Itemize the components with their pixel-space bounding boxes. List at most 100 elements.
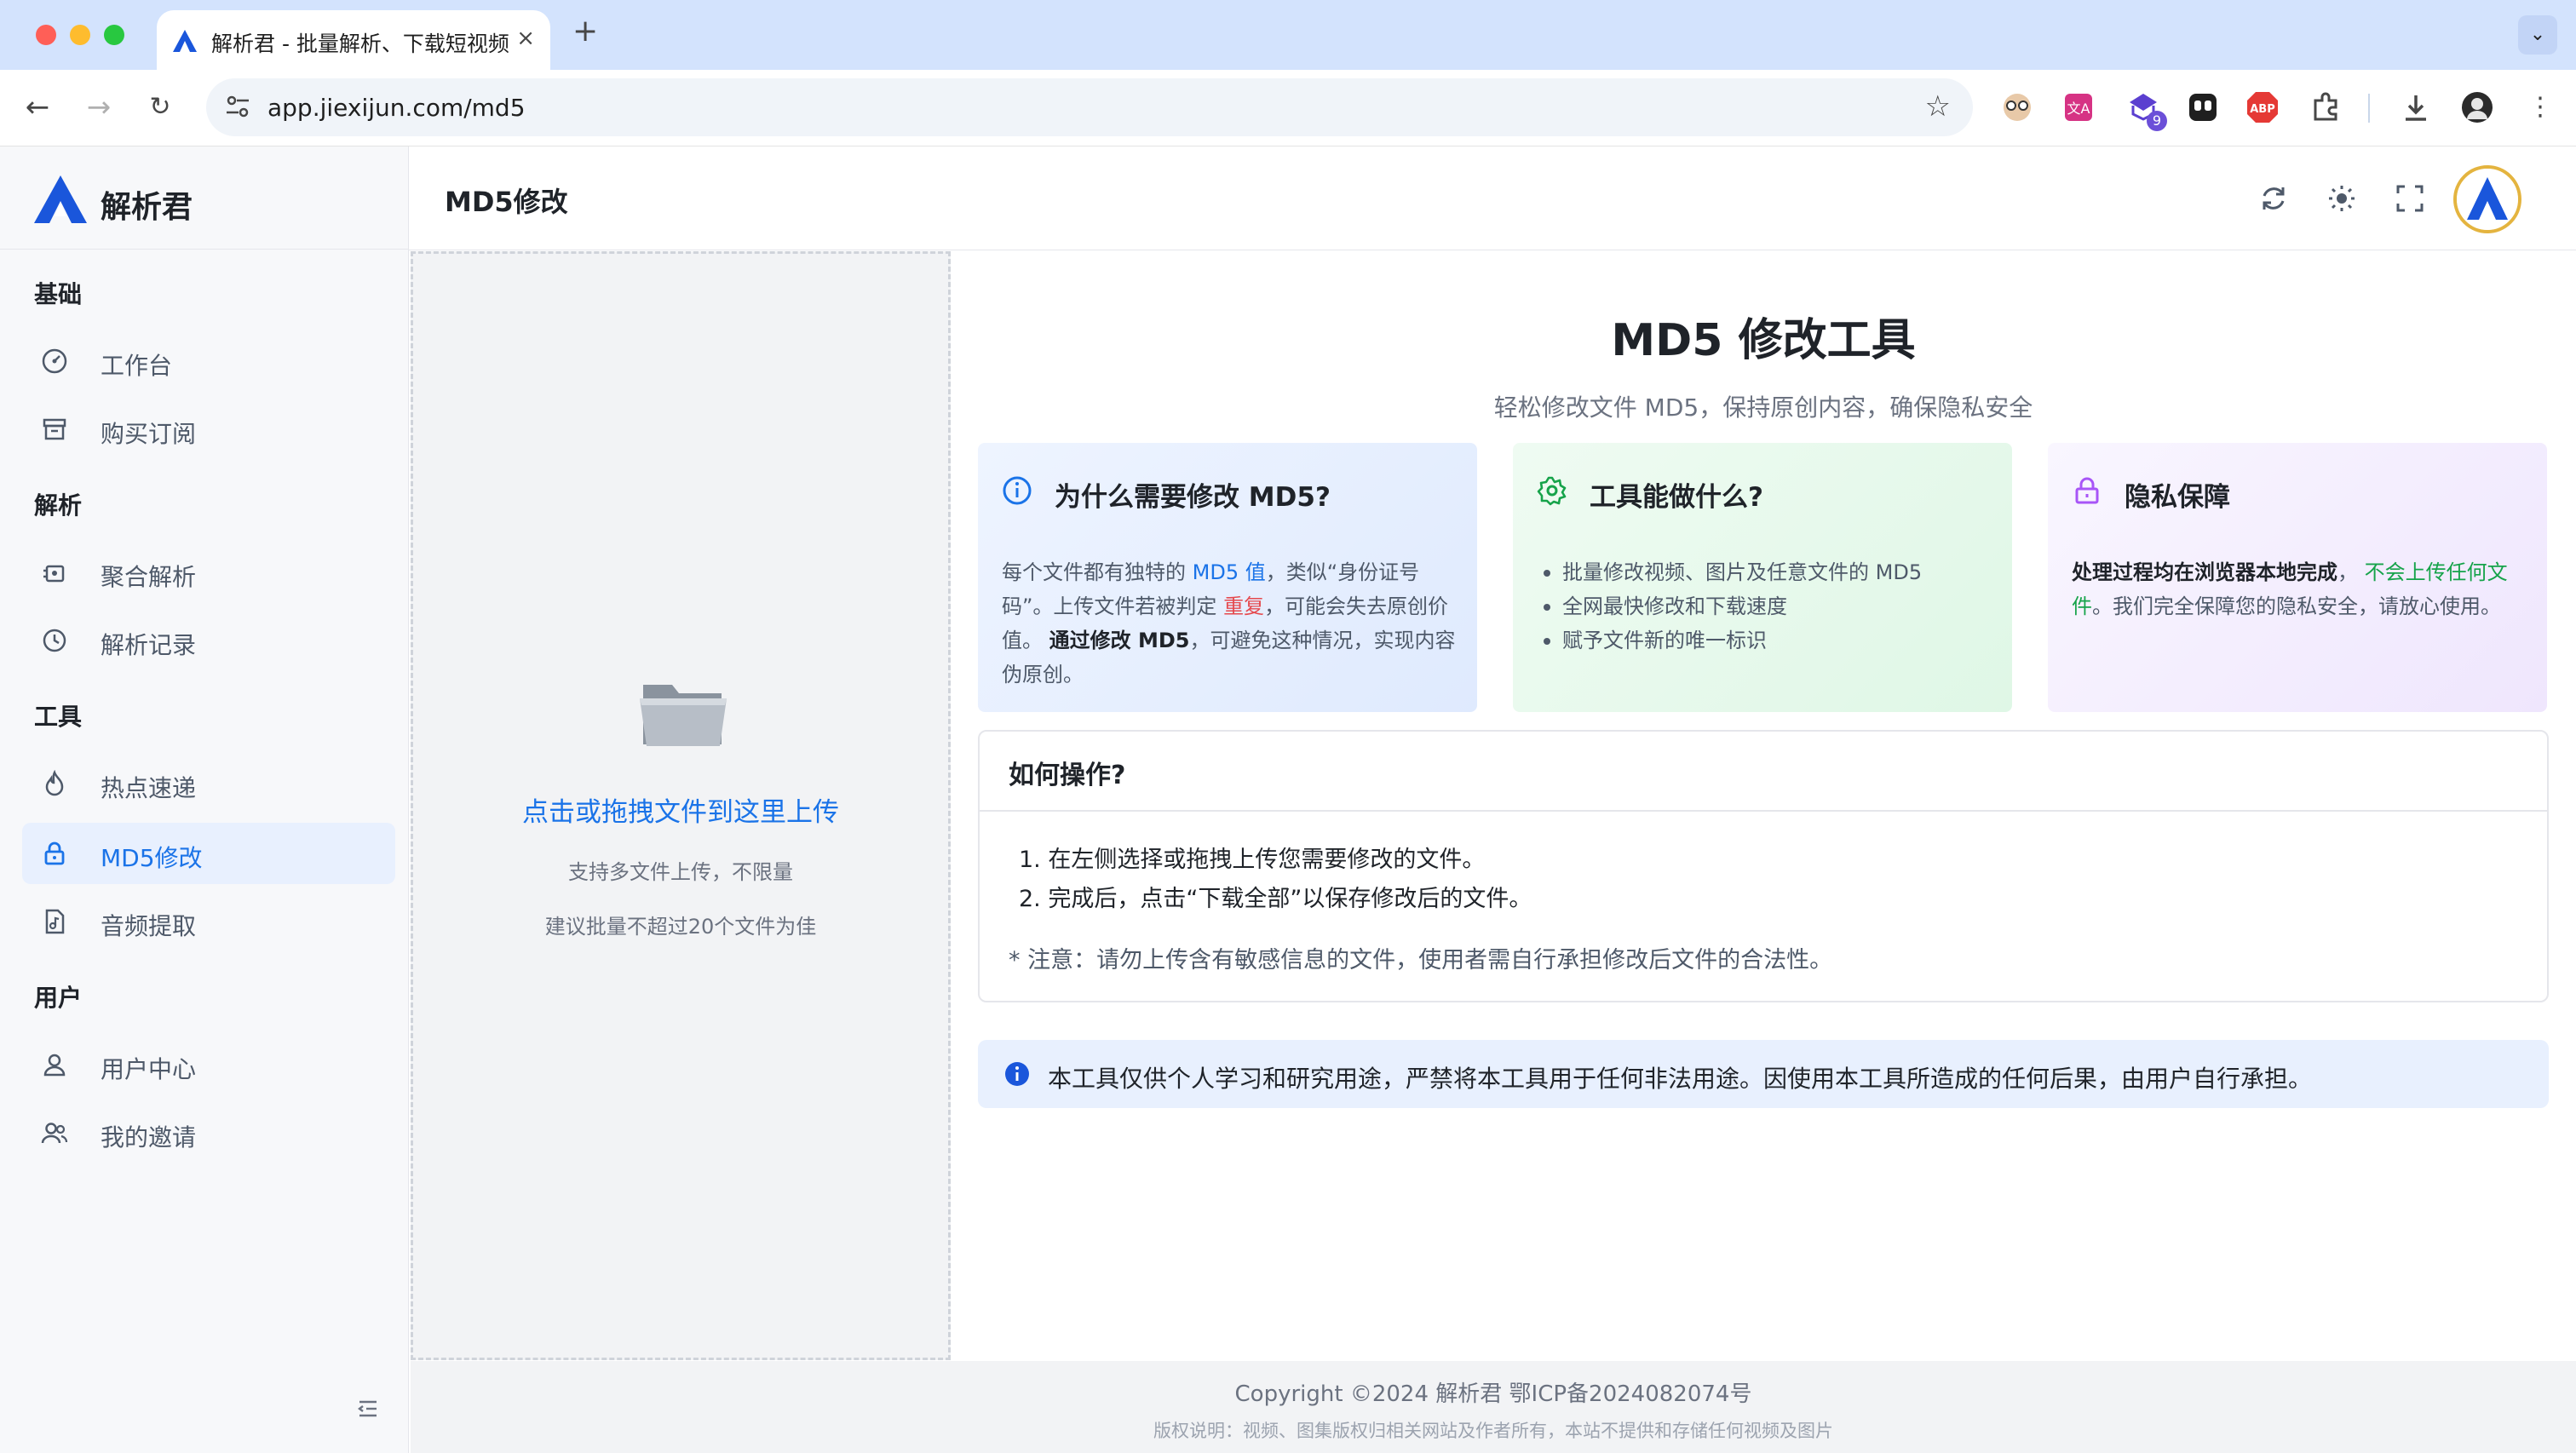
svg-text:文A: 文A — [2067, 101, 2090, 117]
bookmark-star-icon[interactable]: ☆ — [1925, 89, 1951, 123]
card-title: 隐私保障 — [2125, 482, 2230, 513]
users-icon — [41, 1123, 68, 1144]
sidebar-collapse-icon[interactable] — [354, 1395, 382, 1422]
forward-icon[interactable]: → — [80, 89, 118, 126]
dashboard-icon — [42, 348, 67, 374]
sidebar-item-history[interactable]: 解析记录 — [22, 610, 395, 671]
folder-icon — [640, 685, 727, 746]
howto-note: * 注意：请勿上传含有敏感信息的文件，使用者需自行承担修改后文件的合法性。 — [1009, 947, 1833, 973]
card-text: 。我们完全保障您的隐私安全，请放心使用。 — [2092, 594, 2501, 618]
archive-icon — [43, 418, 66, 440]
brand-name: 解析君 — [101, 190, 193, 225]
sidebar: 解析君 基础 工作台 购买订阅 解析 聚合解析 解析记录 工具 热点速递 MD5… — [0, 146, 409, 1453]
extension-badge-icon[interactable]: 9 — [2126, 90, 2167, 131]
card-body: 批量修改视频、图片及任意文件的 MD5 全网最快修改和下载速度 赋予文件新的唯一… — [1537, 555, 1993, 658]
howto-divider — [980, 810, 2547, 812]
theme-sun-icon[interactable] — [2326, 182, 2358, 215]
highlight-md5-value: MD5 值 — [1192, 560, 1266, 584]
app-header: MD5修改 — [409, 146, 2576, 250]
extension-count-badge: 9 — [2147, 111, 2167, 131]
browser-tab-bar: 解析君 - 批量解析、下载短视频 × + ⌄ — [0, 0, 2576, 70]
highlight-modify-md5: 通过修改 MD5 — [1049, 629, 1190, 652]
back-icon[interactable]: ← — [19, 89, 56, 126]
fire-icon — [45, 770, 64, 796]
avatar[interactable] — [2453, 165, 2521, 233]
refresh-icon[interactable] — [2257, 182, 2290, 215]
sidebar-item-invites[interactable]: 我的邀请 — [22, 1102, 395, 1163]
sidebar-item-label: 工作台 — [101, 352, 173, 380]
card-text: ， — [2337, 560, 2365, 584]
site-info-icon[interactable] — [223, 92, 252, 121]
tab-close-button[interactable]: × — [516, 26, 535, 51]
sidebar-item-label: 购买订阅 — [101, 420, 197, 448]
extension-dark-icon[interactable] — [2186, 90, 2220, 124]
sidebar-item-label: 解析记录 — [101, 631, 197, 659]
howto-steps: 1. 在左侧选择或拖拽上传您需要修改的文件。 2. 完成后，点击“下载全部”以保… — [1019, 841, 1532, 919]
tab-search-chevron-icon[interactable]: ⌄ — [2518, 15, 2557, 55]
lock-icon — [2075, 477, 2099, 504]
address-bar[interactable]: app.jiexijun.com/md5 ☆ — [206, 78, 1973, 136]
upload-hint-limit: 建议批量不超过20个文件为佳 — [544, 915, 817, 939]
card-privacy: 隐私保障 处理过程均在浏览器本地完成， 不会上传任何文件。我们完全保障您的隐私安… — [2048, 443, 2547, 712]
disclaimer-text: 本工具仅供个人学习和研究用途，严禁将本工具用于任何非法用途。因使用本工具所造成的… — [1048, 1065, 2313, 1093]
more-icon[interactable]: ⋮ — [2521, 89, 2559, 126]
howto-title: 如何操作? — [1009, 761, 1126, 790]
card-body: 每个文件都有独特的 MD5 值，类似“身份证号码”。上传文件若被判定 重复，可能… — [1002, 555, 1458, 692]
extensions-puzzle-icon[interactable] — [2309, 90, 2343, 124]
howto-step: 1. 在左侧选择或拖拽上传您需要修改的文件。 — [1019, 847, 1486, 873]
footer-note: 版权说明：视频、图集版权归相关网站及作者所有，本站不提供和存储任何视频及图片 — [1153, 1421, 1833, 1441]
extension-glasses-icon[interactable] — [2000, 90, 2034, 124]
sidebar-item-subscription[interactable]: 购买订阅 — [22, 399, 395, 460]
tool-subtitle: 轻松修改文件 MD5，保持原创内容，确保隐私安全 — [1493, 393, 2033, 422]
browser-toolbar: ← → ↻ app.jiexijun.com/md5 ☆ 文A 9 ABP ⋮ — [0, 70, 2576, 146]
sidebar-item-label: MD5修改 — [101, 844, 203, 872]
highlight-duplicate: 重复 — [1223, 594, 1265, 618]
card-title: 为什么需要修改 MD5? — [1055, 482, 1331, 513]
sidebar-item-dashboard[interactable]: 工作台 — [22, 330, 395, 392]
card-title: 工具能做什么? — [1590, 482, 1763, 513]
sidebar-item-md5[interactable]: MD5修改 — [22, 823, 395, 884]
sidebar-item-aggregate[interactable]: 聚合解析 — [22, 542, 395, 603]
window-close-button[interactable] — [36, 25, 56, 45]
aggregate-icon — [43, 565, 65, 583]
upload-main-text[interactable]: 点击或拖拽文件到这里上传 — [413, 790, 948, 829]
page-title: MD5修改 — [445, 186, 568, 218]
footer-copyright[interactable]: Copyright ©2024 解析君 鄂ICP备2024082074号 — [411, 1376, 2576, 1408]
window-minimize-button[interactable] — [70, 25, 90, 45]
card-text: 每个文件都有独特的 — [1002, 560, 1193, 584]
lock-icon — [44, 841, 65, 865]
sidebar-item-hot[interactable]: 热点速递 — [22, 753, 395, 814]
toolbar-separator — [2368, 94, 2370, 123]
list-item: 赋予文件新的唯一标识 — [1537, 623, 1993, 658]
list-item: 批量修改视频、图片及任意文件的 MD5 — [1537, 555, 1993, 589]
url-text[interactable]: app.jiexijun.com/md5 — [267, 94, 526, 122]
reload-icon[interactable]: ↻ — [141, 89, 179, 126]
sidebar-item-label: 我的邀请 — [101, 1123, 197, 1151]
downloads-icon[interactable] — [2399, 90, 2433, 124]
sidebar-item-label: 聚合解析 — [101, 563, 197, 591]
group-title-parse: 解析 — [34, 491, 83, 520]
card-body: 处理过程均在浏览器本地完成， 不会上传任何文件。我们完全保障您的隐私安全，请放心… — [2072, 555, 2528, 623]
upload-dropzone[interactable]: 点击或拖拽文件到这里上传 支持多文件上传，不限量 建议批量不超过20个文件为佳 — [411, 251, 951, 1360]
tab-title: 解析君 - 批量解析、下载短视频 — [211, 32, 509, 56]
footer: Copyright ©2024 解析君 鄂ICP备2024082074号 版权说… — [411, 1361, 2576, 1453]
extension-translate-icon[interactable]: 文A — [2061, 90, 2096, 124]
audio-file-icon — [45, 909, 65, 934]
browser-tab-active[interactable]: 解析君 - 批量解析、下载短视频 × — [157, 10, 550, 70]
sidebar-item-label: 音频提取 — [101, 912, 197, 940]
window-zoom-button[interactable] — [104, 25, 124, 45]
new-tab-button[interactable]: + — [572, 14, 598, 49]
list-item: 全网最快修改和下载速度 — [1537, 589, 1993, 623]
sidebar-item-label: 热点速递 — [101, 774, 197, 802]
adblock-icon[interactable]: ABP — [2245, 90, 2280, 124]
sidebar-item-user-center[interactable]: 用户中心 — [22, 1034, 395, 1095]
info-filled-icon — [1005, 1062, 1029, 1086]
history-icon — [43, 629, 66, 652]
avatar-logo-icon — [2457, 169, 2518, 230]
highlight-local-processing: 处理过程均在浏览器本地完成 — [2072, 560, 2337, 584]
profile-icon[interactable] — [2460, 90, 2494, 124]
sidebar-item-audio[interactable]: 音频提取 — [22, 891, 395, 952]
fullscreen-icon[interactable] — [2394, 182, 2426, 215]
tool-title: MD5 修改工具 — [1611, 315, 1916, 366]
disclaimer-banner: 本工具仅供个人学习和研究用途，严禁将本工具用于任何非法用途。因使用本工具所造成的… — [978, 1040, 2549, 1108]
